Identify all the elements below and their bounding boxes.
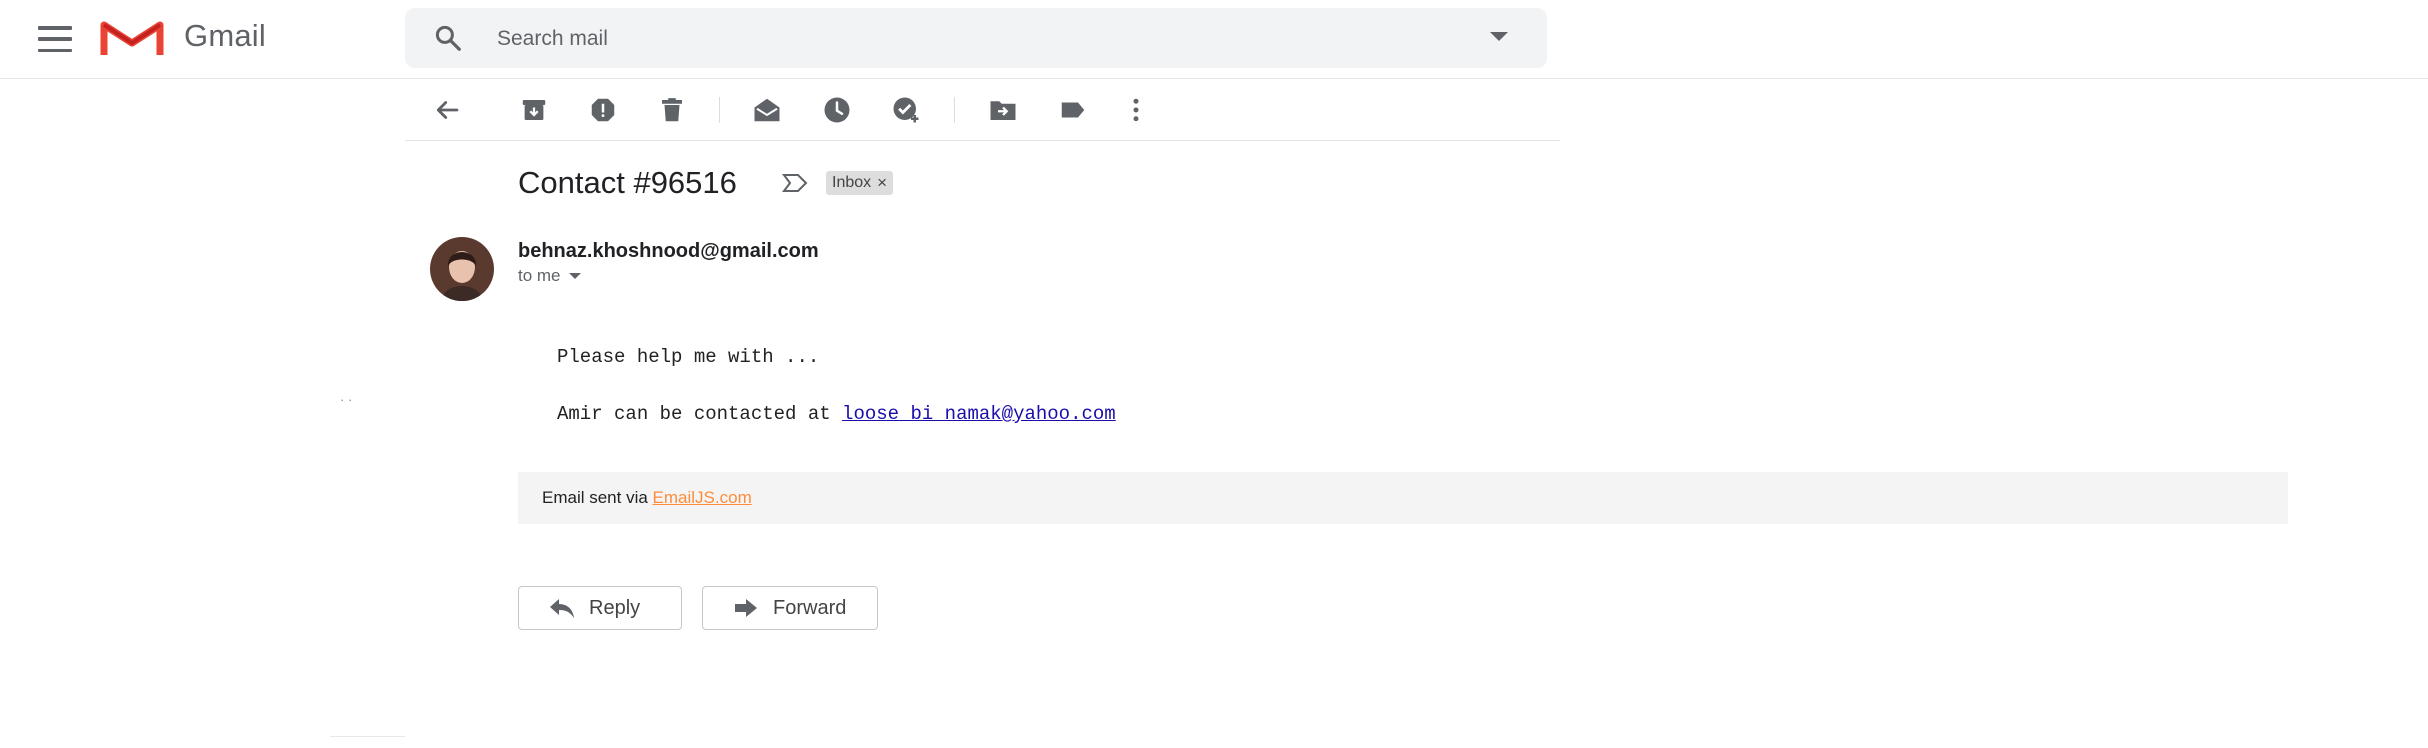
divider [330,736,405,737]
forward-label: Forward [773,596,847,619]
message-toolbar [405,80,1560,141]
forward-button[interactable]: Forward [702,586,878,630]
recipient-details-toggle[interactable]: to me [518,266,581,286]
more-icon[interactable] [1121,95,1151,125]
search-bar [405,8,1547,68]
recipient-label: to me [518,266,561,285]
body-line-2: Amir can be contacted at loose_bi_namak@… [557,403,1116,425]
search-icon[interactable] [433,23,463,53]
top-bar: Gmail [0,0,2428,79]
main-menu-icon[interactable] [38,26,72,52]
email-footer: Email sent via EmailJS.com [518,472,2288,524]
body-line-1: Please help me with ... [557,346,820,368]
mark-unread-icon[interactable] [752,95,782,125]
archive-icon[interactable] [519,95,549,125]
stray-mark: · · [340,392,353,407]
search-input[interactable] [495,18,1399,60]
sender-address[interactable]: behnaz.khoshnood@gmail.com [518,240,819,263]
label-name: Inbox [832,174,872,191]
snooze-icon[interactable] [822,95,852,125]
back-arrow-icon[interactable] [432,95,462,125]
search-options-chevron-down-icon[interactable] [1490,32,1508,41]
reply-label: Reply [589,596,641,619]
body-line-2-text: Amir can be contacted at [557,403,843,425]
add-to-tasks-icon[interactable] [891,95,921,125]
footer-text: Email sent via EmailJS.com [542,488,752,508]
report-spam-icon[interactable] [588,95,618,125]
gmail-logo-icon[interactable] [100,19,164,57]
inbox-label-chip: Inbox × [826,171,894,195]
emailjs-link[interactable]: EmailJS.com [653,488,752,507]
reply-button[interactable]: Reply [518,586,682,630]
footer-prefix: Email sent via [542,488,653,507]
delete-icon[interactable] [657,95,687,125]
move-to-icon[interactable] [988,95,1018,125]
email-subject: Contact #96516 [518,165,737,200]
forward-arrow-icon [735,599,757,617]
importance-marker-icon[interactable] [780,171,810,195]
labels-icon[interactable] [1058,95,1088,125]
brand-name[interactable]: Gmail [184,18,266,54]
chevron-down-icon[interactable] [568,273,581,279]
reply-arrow-icon [550,599,574,618]
contact-email-link[interactable]: loose_bi_namak@yahoo.com [842,403,1116,425]
avatar[interactable] [430,237,494,301]
remove-label-close-icon[interactable]: × [877,171,887,195]
